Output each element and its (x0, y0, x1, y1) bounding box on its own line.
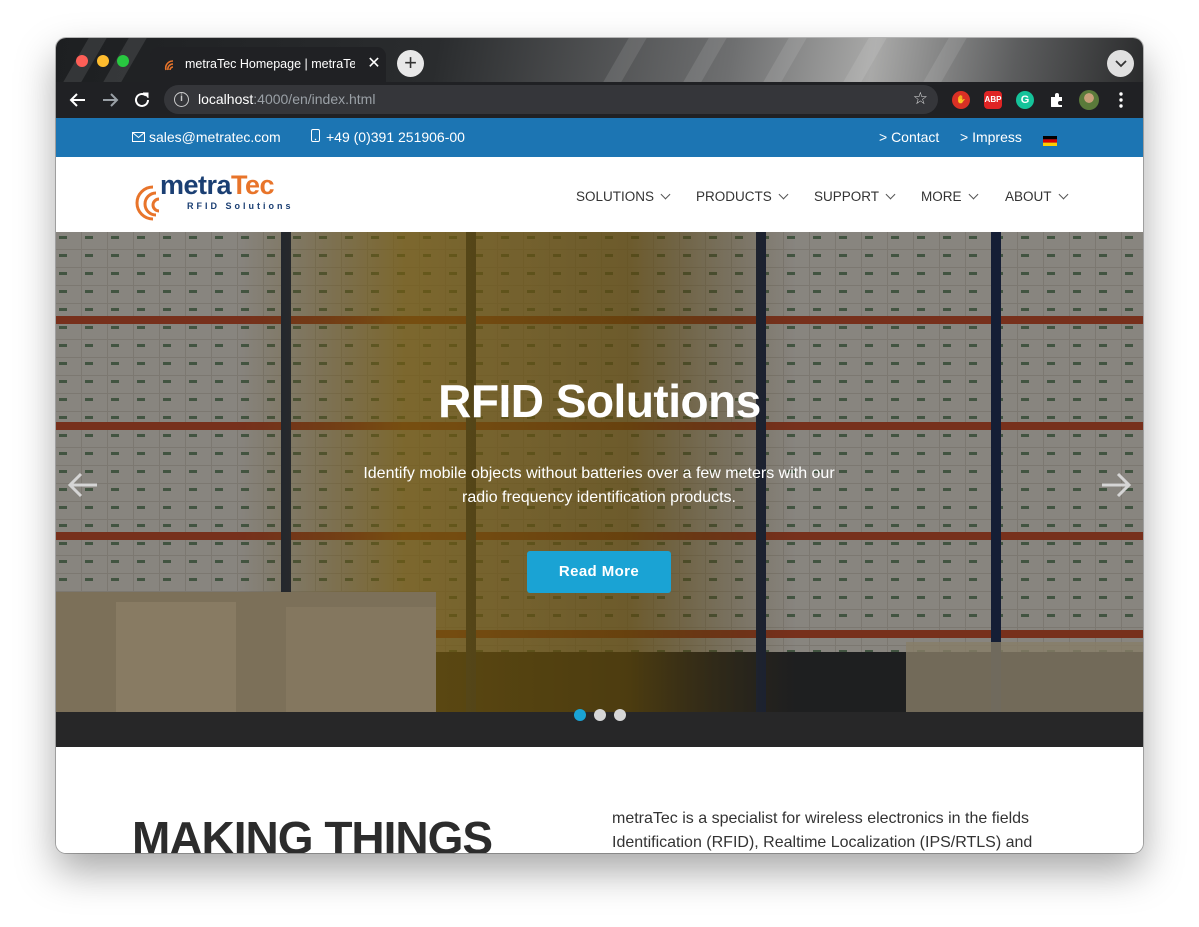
chevron-down-icon (778, 189, 789, 200)
slide-indicator-3[interactable] (614, 709, 626, 721)
hero-slider: RFID Solutions Identify mobile objects w… (56, 232, 1143, 747)
browser-tab[interactable]: metraTec Homepage | metraTec ✕ (150, 47, 386, 82)
logo-wordmark: metraTec (160, 170, 275, 200)
site-header: metraTec RFID Solutions SOLUTIONS PRODUC… (56, 157, 1143, 232)
contact-topbar: sales@metratec.com +49 (0)391 251906-00 … (56, 118, 1143, 157)
maximize-window-button[interactable] (117, 55, 129, 67)
back-arrow-icon[interactable] (67, 89, 89, 111)
email-link[interactable]: sales@metratec.com (132, 129, 281, 145)
grammarly-icon[interactable]: G (1016, 91, 1034, 109)
section-heading: MAKING THINGS (132, 812, 493, 853)
tab-title: metraTec Homepage | metraTec (185, 57, 355, 71)
nav-support[interactable]: SUPPORT (814, 189, 896, 204)
nav-about[interactable]: ABOUT (1005, 189, 1068, 204)
browser-toolbar: i localhost:4000/en/index.html ☆ ✋ ABP G (56, 82, 1143, 118)
minimize-window-button[interactable] (97, 55, 109, 67)
chevron-down-icon (1058, 189, 1068, 200)
intro-section: MAKING THINGS metraTec is a specialist f… (56, 747, 1143, 853)
browser-window: metraTec Homepage | metraTec ✕ + i local… (56, 38, 1143, 853)
adblock-plus-icon[interactable]: ABP (984, 91, 1002, 109)
german-flag-icon[interactable] (1043, 133, 1057, 149)
previous-slide-arrow-icon[interactable] (66, 468, 100, 502)
envelope-icon (132, 132, 145, 142)
chevron-down-icon (968, 189, 978, 200)
nav-solutions[interactable]: SOLUTIONS (576, 189, 671, 204)
hero-description: Identify mobile objects without batterie… (363, 465, 835, 506)
chevron-down-icon (660, 189, 671, 200)
nav-products[interactable]: PRODUCTS (696, 189, 789, 204)
address-bar[interactable]: i localhost:4000/en/index.html ☆ (164, 85, 938, 114)
site-info-icon[interactable]: i (174, 92, 189, 107)
hero-title: RFID Solutions (438, 375, 761, 427)
logo-subtitle: RFID Solutions (187, 201, 294, 211)
browser-menu-icon[interactable] (1110, 89, 1132, 111)
close-window-button[interactable] (76, 55, 88, 67)
phone-text: +49 (0)391 251906-00 (326, 129, 465, 145)
email-text: sales@metratec.com (149, 129, 281, 145)
stop-extension-icon[interactable]: ✋ (952, 91, 970, 109)
impress-link[interactable]: > Impress (960, 129, 1022, 145)
read-more-button[interactable]: Read More (527, 551, 671, 593)
mobile-phone-icon (311, 129, 320, 142)
phone-link[interactable]: +49 (0)391 251906-00 (311, 129, 465, 145)
close-tab-icon[interactable]: ✕ (364, 54, 384, 74)
chevron-down-icon (1114, 60, 1127, 68)
new-tab-button[interactable]: + (397, 50, 424, 77)
url-text[interactable]: localhost:4000/en/index.html (198, 91, 375, 107)
intro-paragraph: metraTec is a specialist for wireless el… (612, 810, 1033, 851)
tab-strip: metraTec Homepage | metraTec ✕ + (56, 38, 1143, 82)
chevron-down-icon (885, 189, 896, 200)
puzzle-extensions-icon[interactable] (1048, 91, 1066, 109)
reload-icon[interactable] (131, 89, 153, 111)
slide-indicator-1[interactable] (574, 709, 586, 721)
profile-avatar[interactable] (1079, 90, 1099, 110)
slide-indicator-2[interactable] (594, 709, 606, 721)
nav-more[interactable]: MORE (921, 189, 978, 204)
metratec-favicon-icon (164, 60, 174, 71)
bookmark-star-icon[interactable]: ☆ (913, 89, 928, 109)
contact-link[interactable]: > Contact (879, 129, 939, 145)
forward-arrow-icon[interactable] (99, 89, 121, 111)
tab-search-button[interactable] (1107, 50, 1134, 77)
next-slide-arrow-icon[interactable] (1099, 468, 1133, 502)
